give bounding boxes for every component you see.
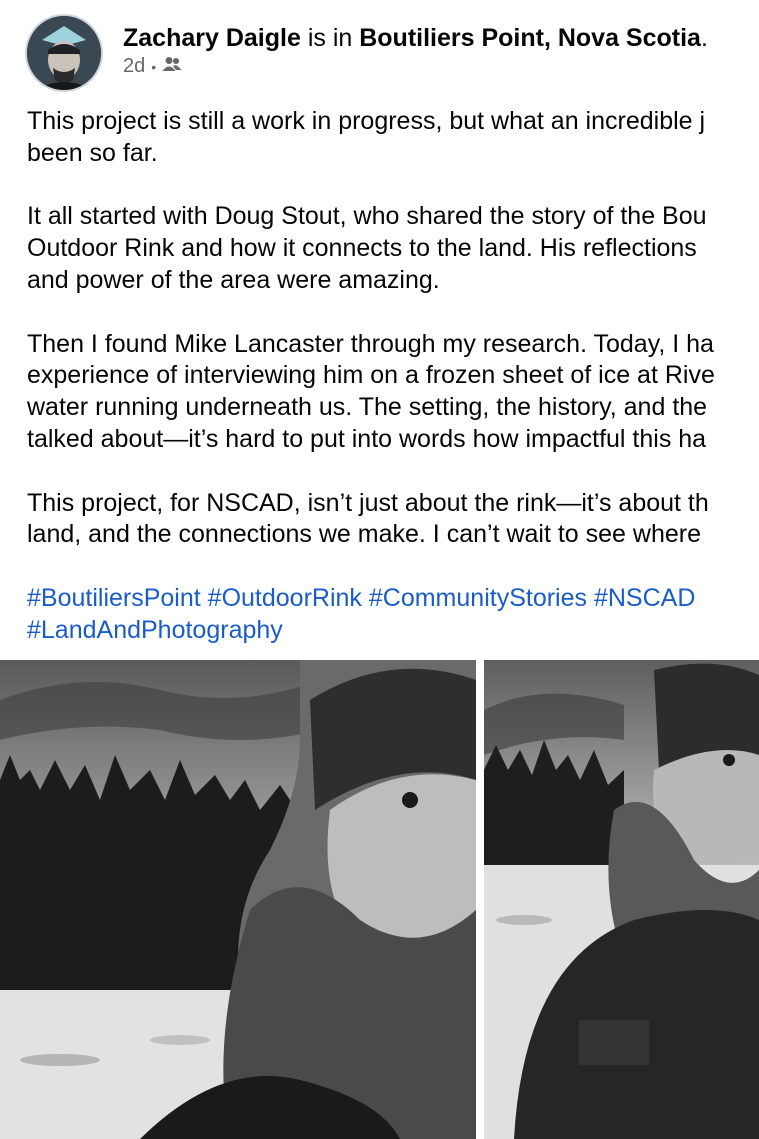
post-meta: 2d • [123,55,182,78]
post-header: Zachary Daigle is in Boutiliers Point, N… [0,0,759,100]
hashtag-link[interactable]: #LandAndPhotography [27,616,283,644]
hashtag-link[interactable]: #OutdoorRink [208,584,362,612]
hashtags: #BoutiliersPoint #OutdoorRink #Community… [27,583,759,647]
hashtag-link[interactable]: #CommunityStories [369,584,587,612]
portrait-photo [0,660,476,1139]
portrait-photo [484,660,759,1139]
post-body: This project is still a work in progress… [27,106,759,678]
post-photo-2[interactable] [484,660,759,1139]
location-prefix: is in [307,24,353,52]
location-link[interactable]: Boutiliers Point, Nova Scotia [359,24,701,52]
avatar-image [27,16,101,90]
text-line: This project, for NSCAD, isn’t just abou… [27,488,709,517]
text-line: Outdoor Rink and how it connects to the … [27,234,697,263]
paragraph: This project, for NSCAD, isn’t just abou… [27,488,759,552]
paragraph: It all started with Doug Stout, who shar… [27,201,759,296]
text-line: Then I found Mike Lancaster through my r… [27,329,714,358]
location-suffix: . [700,24,708,52]
text-line: It all started with Doug Stout, who shar… [27,202,707,231]
text-line: This project is still a work in progress… [27,107,706,135]
post-photo-1[interactable] [0,660,476,1139]
text-line: experience of interviewing him on a froz… [27,361,715,390]
author-avatar[interactable] [27,16,101,90]
text-line: and power of the area were amazing. [27,265,440,294]
hashtag-link[interactable]: #BoutiliersPoint [27,584,201,612]
post-time[interactable]: 2d [123,55,145,78]
hashtag-link[interactable]: #NSCAD [594,584,695,612]
text-line: water running underneath us. The setting… [27,393,708,422]
author-line: Zachary Daigle is in Boutiliers Point, N… [123,24,708,53]
author-name[interactable]: Zachary Daigle [123,24,301,52]
friends-icon[interactable] [162,55,182,78]
text-line: talked about—it’s hard to put into words… [27,424,707,453]
meta-separator: • [151,58,157,75]
paragraph: This project is still a work in progress… [27,106,759,170]
text-line: land, and the connections we make. I can… [27,520,701,549]
text-line: been so far. [27,138,158,167]
paragraph: Then I found Mike Lancaster through my r… [27,329,759,456]
